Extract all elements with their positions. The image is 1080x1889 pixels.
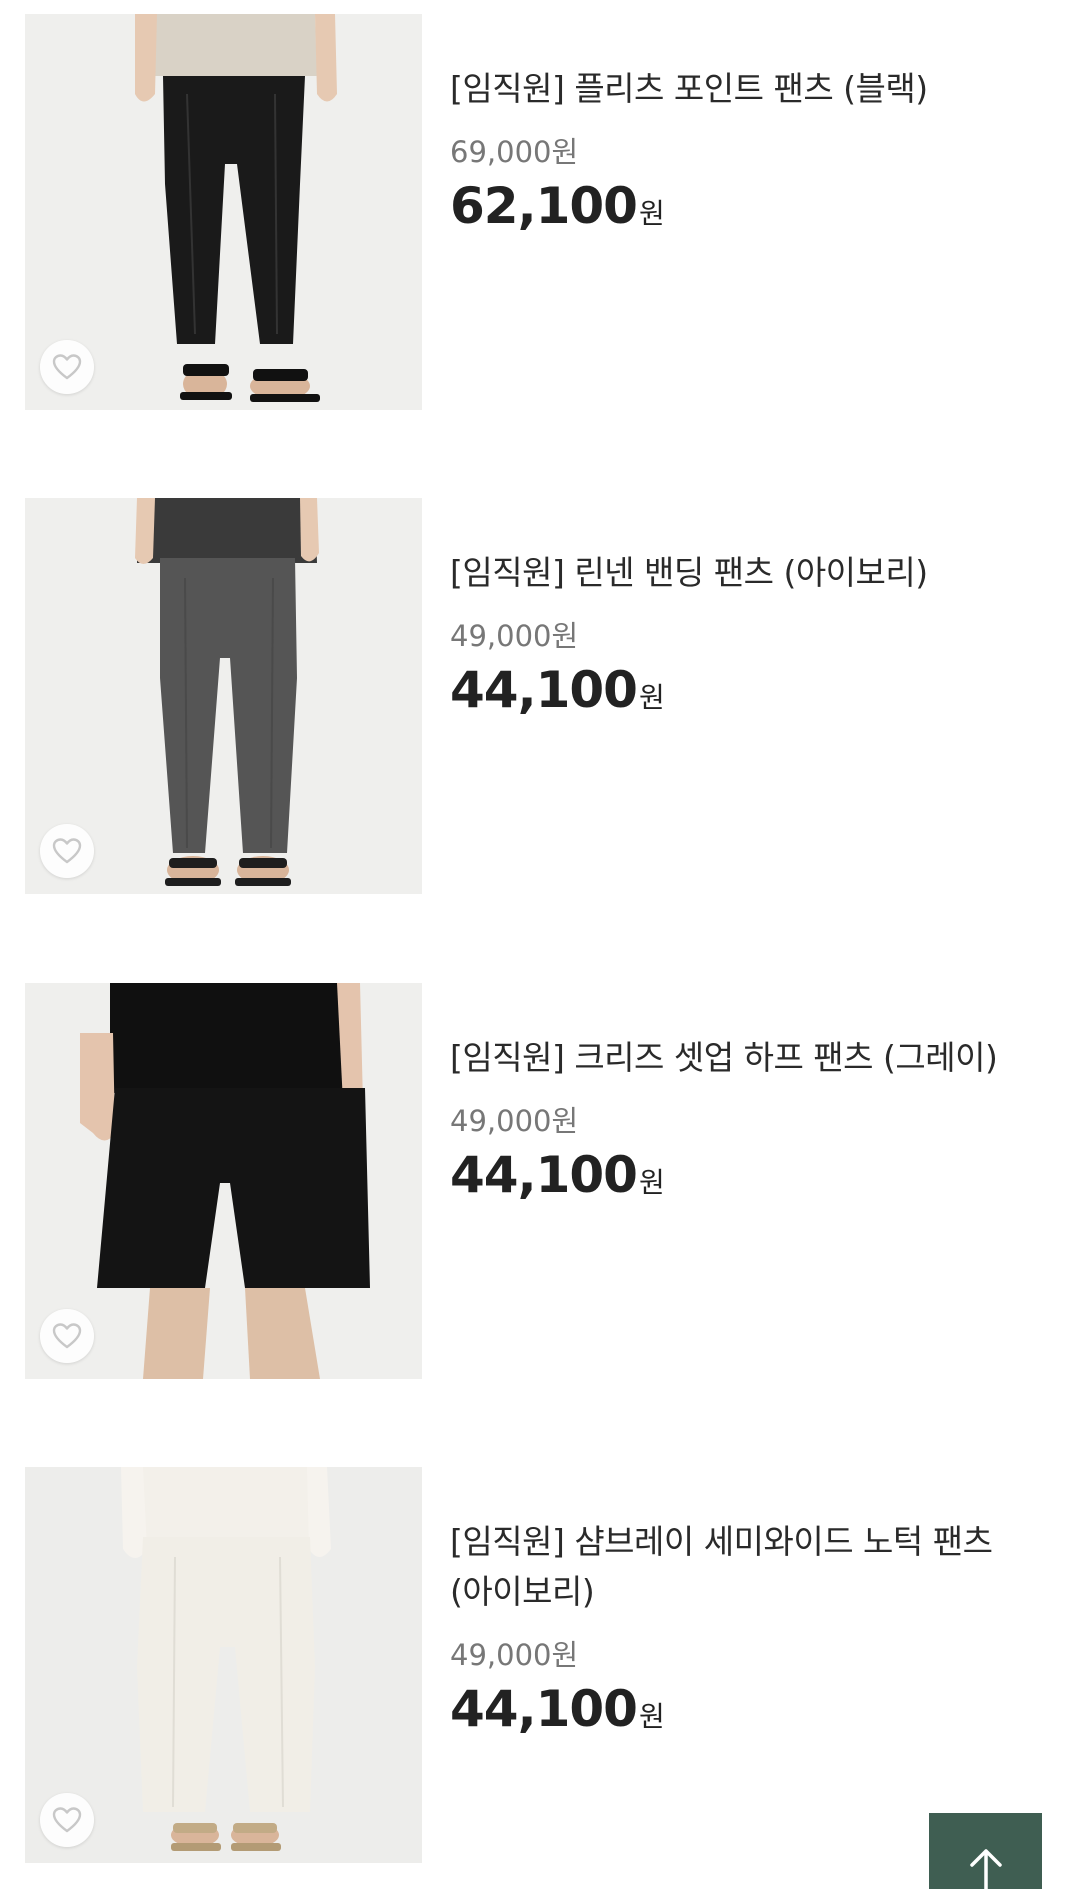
product-card[interactable]: [임직원] 플리츠 포인트 팬츠 (블랙) 69,000원 62,100원 bbox=[0, 14, 1080, 412]
product-card[interactable]: [임직원] 크리즈 셋업 하프 팬츠 (그레이) 49,000원 44,100원 bbox=[0, 983, 1080, 1381]
sale-price-unit: 원 bbox=[638, 1166, 665, 1199]
product-list: [임직원] 플리츠 포인트 팬츠 (블랙) 69,000원 62,100원 [임… bbox=[0, 0, 1080, 1889]
product-name-line2: (아이보리) bbox=[450, 1572, 595, 1611]
original-price: 49,000원 bbox=[450, 1104, 579, 1138]
sale-price: 62,100원 bbox=[450, 176, 1030, 248]
original-price: 69,000원 bbox=[450, 135, 579, 169]
product-name[interactable]: [임직원] 플리츠 포인트 팬츠 (블랙) bbox=[450, 64, 1030, 114]
sale-price: 44,100원 bbox=[450, 660, 1030, 732]
product-image[interactable] bbox=[25, 498, 422, 894]
original-price: 49,000원 bbox=[450, 1638, 579, 1672]
wishlist-button[interactable] bbox=[40, 824, 94, 878]
sale-price-value: 44,100 bbox=[450, 1680, 638, 1738]
product-card[interactable]: [임직원] 샴브레이 세미와이드 노턱 팬츠 (아이보리) 49,000원 44… bbox=[0, 1467, 1080, 1889]
product-name[interactable]: [임직원] 크리즈 셋업 하프 팬츠 (그레이) bbox=[450, 1033, 1030, 1083]
sale-price-unit: 원 bbox=[638, 1700, 665, 1733]
sale-price-unit: 원 bbox=[638, 681, 665, 714]
heart-icon bbox=[52, 1323, 82, 1349]
product-image[interactable] bbox=[25, 14, 422, 410]
product-info[interactable]: [임직원] 플리츠 포인트 팬츠 (블랙) 69,000원 62,100원 bbox=[450, 64, 1030, 248]
product-image[interactable] bbox=[25, 1467, 422, 1863]
arrow-up-icon bbox=[969, 1849, 1002, 1889]
product-image[interactable] bbox=[25, 983, 422, 1379]
product-name-line1: [임직원] 샴브레이 세미와이드 노턱 팬츠 bbox=[450, 1522, 993, 1561]
sale-price: 44,100원 bbox=[450, 1679, 1030, 1751]
wishlist-button[interactable] bbox=[40, 340, 94, 394]
product-name[interactable]: [임직원] 린넨 밴딩 팬츠 (아이보리) bbox=[450, 548, 1030, 598]
sale-price-value: 44,100 bbox=[450, 661, 638, 719]
product-info[interactable]: [임직원] 린넨 밴딩 팬츠 (아이보리) 49,000원 44,100원 bbox=[450, 548, 1030, 732]
heart-icon bbox=[52, 354, 82, 380]
scroll-top-button[interactable] bbox=[929, 1813, 1042, 1889]
sale-price-value: 44,100 bbox=[450, 1146, 638, 1204]
product-name[interactable]: [임직원] 샴브레이 세미와이드 노턱 팬츠 (아이보리) bbox=[450, 1517, 1030, 1617]
original-price: 49,000원 bbox=[450, 619, 579, 653]
product-card[interactable]: [임직원] 린넨 밴딩 팬츠 (아이보리) 49,000원 44,100원 bbox=[0, 498, 1080, 896]
heart-icon bbox=[52, 838, 82, 864]
sale-price-value: 62,100 bbox=[450, 177, 638, 235]
product-info[interactable]: [임직원] 크리즈 셋업 하프 팬츠 (그레이) 49,000원 44,100원 bbox=[450, 1033, 1030, 1217]
heart-icon bbox=[52, 1807, 82, 1833]
sale-price: 44,100원 bbox=[450, 1145, 1030, 1217]
wishlist-button[interactable] bbox=[40, 1793, 94, 1847]
sale-price-unit: 원 bbox=[638, 197, 665, 230]
wishlist-button[interactable] bbox=[40, 1309, 94, 1363]
product-info[interactable]: [임직원] 샴브레이 세미와이드 노턱 팬츠 (아이보리) 49,000원 44… bbox=[450, 1517, 1030, 1751]
